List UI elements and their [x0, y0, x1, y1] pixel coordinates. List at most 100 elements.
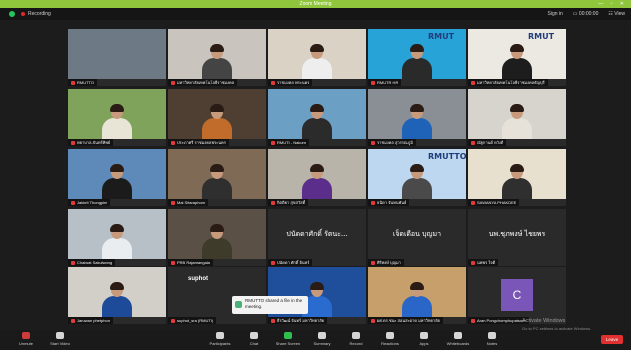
recording-label: Recording — [28, 11, 51, 17]
participant-name-label: กิตติยา สุขสวัสดิ์ — [268, 199, 309, 206]
video-tile[interactable]: Chaiwat Sakulwong — [68, 209, 166, 266]
participants-button[interactable]: Participants — [204, 332, 236, 346]
activation-title: Activate Windows — [522, 318, 566, 324]
video-tile[interactable]: มหาวิทยาลัยเทคโนโลยีราชมงคล — [168, 29, 266, 86]
participant-name-label: นพพร ใจดี — [468, 259, 499, 266]
participant-display-name: นพ.ชุภพงษ์ ไชยพร — [488, 230, 546, 238]
toolbar-label: Start Video — [50, 341, 70, 346]
participant-name: Aran Pongchomphupatsorn — [477, 318, 526, 323]
participant-figure — [402, 104, 432, 139]
muted-microphone-icon — [271, 260, 275, 265]
video-tile[interactable]: ผศ.ดร.ชนะ สอนสะอาด มหาวิทยาลัย — [368, 267, 466, 324]
record-button[interactable]: Record — [340, 332, 372, 346]
participant-name-label: ราชมงคล พระนคร — [268, 79, 313, 86]
video-tile[interactable]: เจ็ดเดือน บุญมา ศิริพงษ์ บุญมา — [368, 209, 466, 266]
participant-figure — [202, 44, 232, 79]
participant-name: ราชมงคล สุวรรณภูมิ — [377, 140, 413, 145]
participant-figure — [102, 224, 132, 259]
participant-name-label: ศิริพงษ์ บุญมา — [368, 259, 404, 266]
toolbar-label: Summary — [313, 341, 331, 346]
participant-name-label: มหาวิทยาลัยเทคโนโลยีราชมงคล — [168, 79, 238, 86]
video-camera-icon — [56, 332, 64, 339]
participant-figure — [302, 164, 332, 199]
view-button[interactable]: ☷ View — [608, 8, 625, 20]
muted-microphone-icon — [171, 140, 175, 145]
participant-display-name: ปนัดดาศักดิ์ รัตนะ... — [286, 230, 348, 238]
leave-button[interactable]: Leave — [601, 335, 623, 344]
video-tile[interactable]: SAWANYA PHAKDEE — [468, 149, 566, 206]
window-controls[interactable]: — ▫ ✕ — [598, 0, 627, 8]
toolbar-label: Notes — [486, 341, 498, 346]
sign-in-link[interactable]: Sign in — [548, 8, 563, 20]
unmute-button[interactable]: Unmute — [10, 332, 42, 346]
chat-button[interactable]: Chat — [238, 332, 270, 346]
toolbar-label: Participants — [209, 341, 231, 346]
video-tile[interactable]: RMUTI - Nakorn — [268, 89, 366, 146]
avatar: C — [501, 279, 533, 311]
apps-button[interactable]: Apps — [408, 332, 440, 346]
muted-microphone-icon — [471, 318, 475, 323]
toolbar-label: Whiteboards — [446, 341, 470, 346]
video-tile[interactable]: ราชมงคล สุวรรณภูมิ — [368, 89, 466, 146]
muted-microphone-icon — [371, 140, 375, 145]
video-tile[interactable]: พยาบาล-จันทร์ทิพย์ — [68, 89, 166, 146]
participant-name-label: RMUTTO — [68, 79, 98, 86]
microphone-icon — [22, 332, 30, 339]
participant-name: นพพร ใจดี — [477, 260, 496, 265]
muted-microphone-icon — [271, 200, 275, 205]
muted-microphone-icon — [371, 80, 375, 85]
video-tile[interactable]: PRB Rajamangala — [168, 209, 266, 266]
video-tile[interactable]: นพ.ชุภพงษ์ ไชยพรนพพร ใจดี — [468, 209, 566, 266]
participant-figure — [202, 164, 232, 199]
participant-name: Jakkrit Thongpim — [77, 200, 108, 205]
participant-name-label: ราชมงคล สุวรรณภูมิ — [368, 139, 416, 146]
participant-figure — [102, 164, 132, 199]
security-shield-icon[interactable] — [9, 11, 15, 17]
video-tile[interactable]: RMUT RMUTR HR — [368, 29, 466, 86]
video-tile[interactable]: Jaruwan phetphon — [68, 267, 166, 324]
chat-icon — [250, 332, 258, 339]
start-video-button[interactable]: Start Video — [44, 332, 76, 346]
notes-button[interactable]: Notes — [476, 332, 508, 346]
video-tile[interactable]: Mai Sitaraphorn — [168, 149, 266, 206]
muted-microphone-icon — [171, 318, 175, 323]
participant-display-name: suphot — [188, 276, 208, 282]
muted-microphone-icon — [471, 200, 475, 205]
toolbar-label: Record — [349, 341, 363, 346]
participant-name: มหาวิทยาลัยเทคโนโลยีราชมงคล — [177, 80, 235, 85]
video-tile[interactable]: C Aran Pongchomphupatsorn — [468, 267, 566, 324]
participant-name: ธนิดา จันทนพันธ์ — [377, 200, 407, 205]
video-tile[interactable]: ปนัดดาศักดิ์ รัตนะ... ปนัดดา ศักดิ์ อินทร… — [268, 209, 366, 266]
video-tile[interactable]: ประภาศรี ราชมงคลพระนคร — [168, 89, 266, 146]
zoom-meeting-window: Zoom Meeting — ▫ ✕ Recording Sign in ▭ 0… — [0, 0, 631, 350]
summary-button[interactable]: Summary — [306, 332, 338, 346]
video-tile[interactable]: ราชมงคล พระนคร — [268, 29, 366, 86]
file-icon — [235, 301, 242, 308]
participant-name-label: suphot_sra (RMUTI) — [168, 317, 217, 324]
video-tile[interactable]: Jakkrit Thongpim — [68, 149, 166, 206]
file-share-notification[interactable]: RMUTTO shared a file in the meeting. — [232, 296, 308, 314]
video-tile[interactable]: RMUTTO ธนิดา จันทนพันธ์ — [368, 149, 466, 206]
participant-figure — [302, 44, 332, 79]
muted-microphone-icon — [171, 260, 175, 265]
participant-figure — [502, 104, 532, 139]
muted-microphone-icon — [71, 200, 75, 205]
video-tile[interactable]: RMUTTO — [68, 29, 166, 86]
toolbar-label: Chat — [249, 341, 259, 346]
muted-microphone-icon — [371, 318, 375, 323]
whiteboards-button[interactable]: Whiteboards — [442, 332, 474, 346]
notes-icon — [488, 332, 496, 339]
share-screen-button[interactable]: Share Screen — [272, 332, 304, 346]
muted-microphone-icon — [271, 140, 275, 145]
participant-name: PRB Rajamangala — [177, 260, 210, 265]
muted-microphone-icon — [271, 80, 275, 85]
reactions-button[interactable]: Reactions — [374, 332, 406, 346]
video-tile[interactable]: กิตติยา สุขสวัสดิ์ — [268, 149, 366, 206]
gallery-grid: RMUTTO มหาวิทยาลัยเทคโนโลยีราชมงคล ราชมงคล… — [68, 29, 572, 324]
video-tile[interactable]: ณัฐกานต์ หวังดี — [468, 89, 566, 146]
participant-name: RMUTI - Nakorn — [277, 140, 307, 145]
video-feed — [68, 29, 166, 79]
muted-microphone-icon — [471, 140, 475, 145]
video-tile[interactable]: RMUT มหาวิทยาลัยเทคโนโลยีราชมงคลธัญบุรี — [468, 29, 566, 86]
muted-microphone-icon — [271, 318, 275, 323]
